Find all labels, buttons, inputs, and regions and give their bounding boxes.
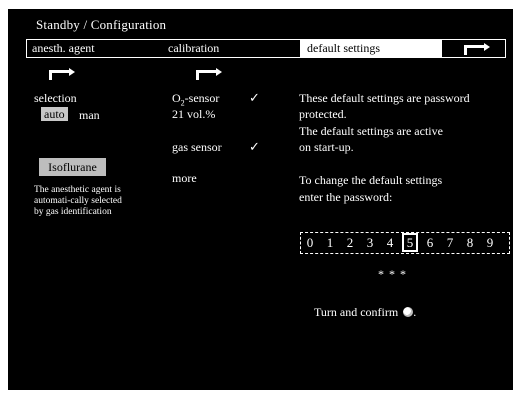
password-digit[interactable]: 2 xyxy=(342,235,358,251)
info-line-4: on start-up. xyxy=(299,140,354,154)
tab-anesth-agent[interactable]: anesth. agent xyxy=(32,40,95,57)
info-line-3: The default settings are active xyxy=(299,124,443,138)
window-title: Standby / Configuration xyxy=(36,17,167,32)
password-digit[interactable]: 8 xyxy=(462,235,478,251)
agent-isoflurane-badge: Isoflurane xyxy=(39,158,106,176)
o2-sensor-value: 21 vol.% xyxy=(172,107,216,121)
standby-configuration-screen: Standby / Configuration anesth. agent ca… xyxy=(8,9,513,390)
gas-sensor-checkmark-icon: ✓ xyxy=(249,139,260,154)
o2-sensor-checkmark-icon: ✓ xyxy=(249,90,260,105)
password-digit[interactable]: 3 xyxy=(362,235,378,251)
calibration-arrow-icon[interactable] xyxy=(196,68,222,80)
change-line-2: enter the password: xyxy=(299,190,393,204)
confirm-instruction: Turn and confirm . xyxy=(314,305,417,319)
info-line-2: protected. xyxy=(299,107,347,121)
mode-man-option[interactable]: man xyxy=(79,108,100,123)
info-line-1: These default settings are password xyxy=(299,91,470,105)
password-digit[interactable]: 1 xyxy=(322,235,338,251)
tab-next-arrow-icon[interactable] xyxy=(464,43,490,55)
more-option[interactable]: more xyxy=(172,171,197,186)
mode-auto-option[interactable]: auto xyxy=(41,107,68,121)
password-digit[interactable]: 6 xyxy=(422,235,438,251)
password-entered-mask: * * * xyxy=(378,267,407,281)
selection-label: selection xyxy=(34,91,77,105)
tab-bar: anesth. agent calibration default settin… xyxy=(26,39,506,58)
agent-arrow-icon[interactable] xyxy=(49,68,75,80)
rotary-knob-icon xyxy=(403,307,414,317)
password-digit-selector[interactable]: 0 1 2 3 4 5 6 7 8 9 xyxy=(300,232,510,254)
change-line-1: To change the default settings xyxy=(299,173,443,187)
agent-note: The anesthetic agent is automati-cally s… xyxy=(34,185,122,217)
password-digit-selected[interactable]: 5 xyxy=(402,233,418,252)
password-digit[interactable]: 7 xyxy=(442,235,458,251)
password-digit[interactable]: 4 xyxy=(382,235,398,251)
password-digit[interactable]: 0 xyxy=(302,235,318,251)
password-digit[interactable]: 9 xyxy=(482,235,498,251)
gas-sensor-label[interactable]: gas sensor xyxy=(172,140,222,155)
tab-calibration[interactable]: calibration xyxy=(168,40,219,57)
o2-sensor-label[interactable]: O2-sensor xyxy=(172,91,219,107)
tab-default-settings[interactable]: default settings xyxy=(300,40,442,57)
